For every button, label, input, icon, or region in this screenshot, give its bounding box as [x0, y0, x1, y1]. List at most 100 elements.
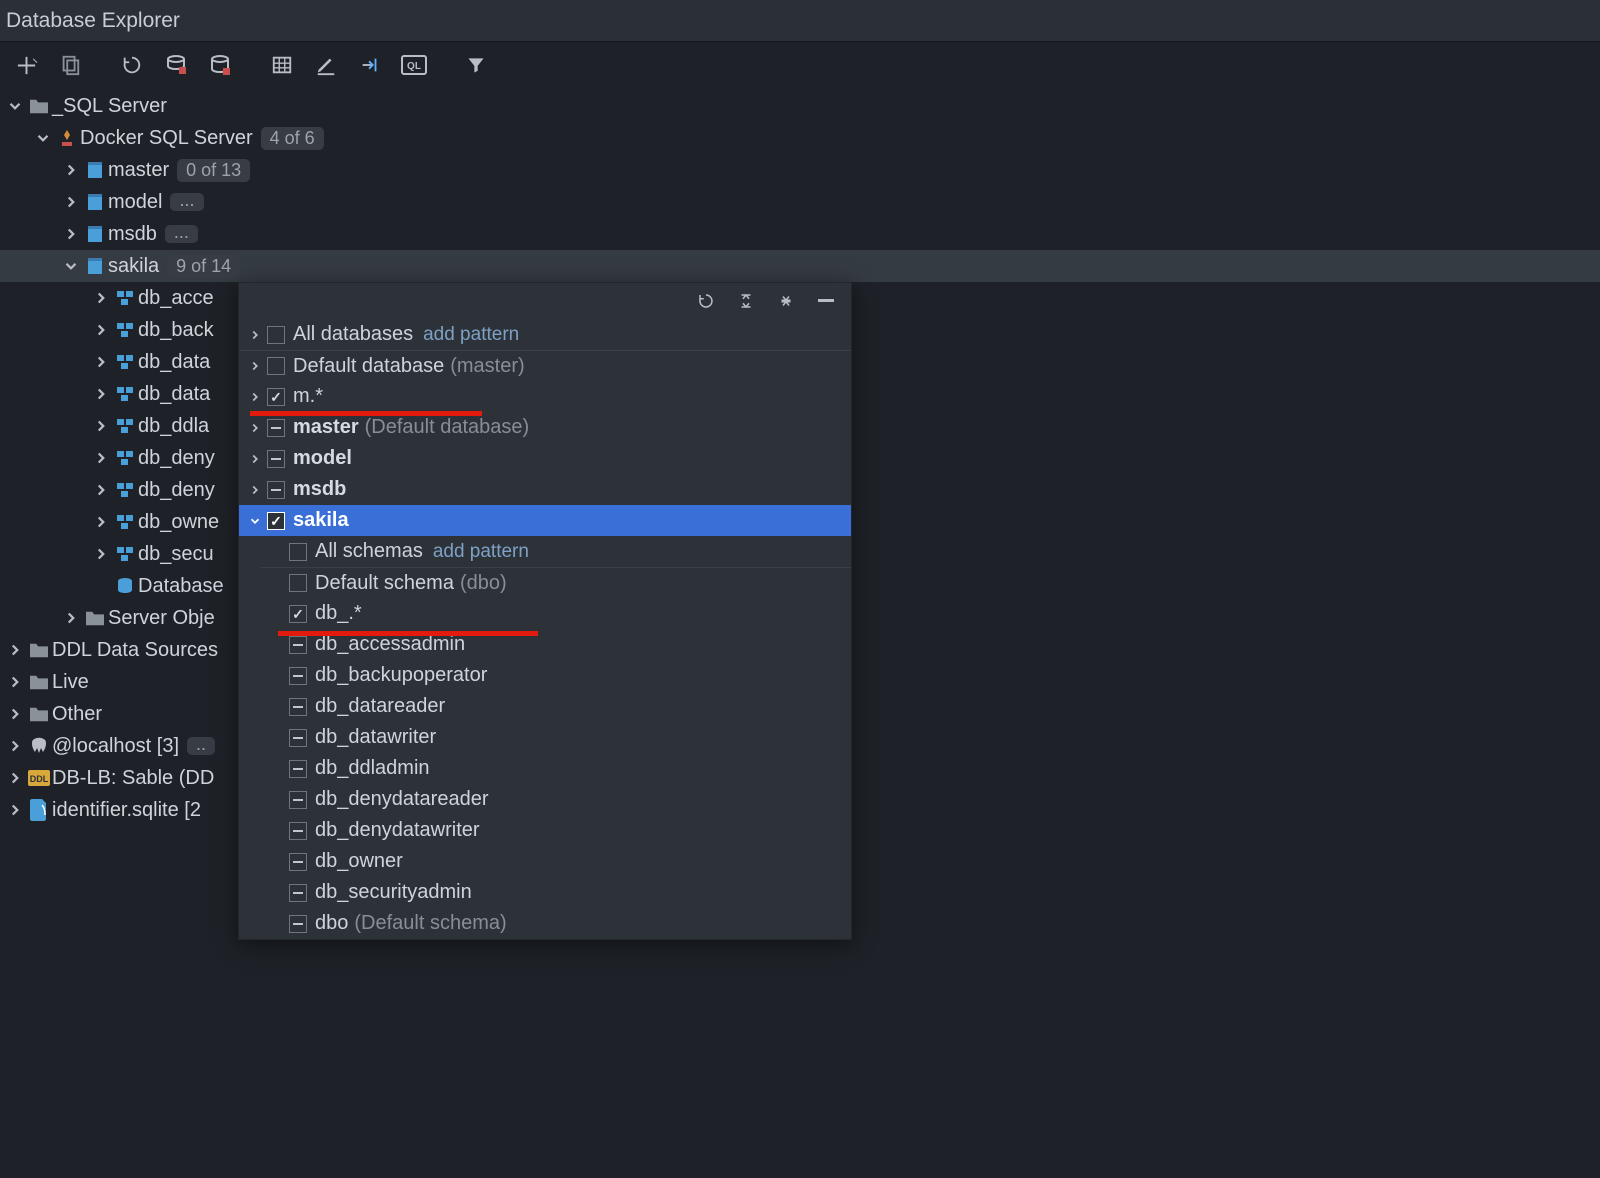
tree-label: db_ddla — [138, 415, 209, 438]
popup-label: sakila — [293, 509, 349, 532]
checkbox-icon[interactable] — [289, 636, 307, 654]
checkbox-icon[interactable] — [267, 419, 285, 437]
checkbox-icon[interactable] — [267, 388, 285, 406]
checkbox-icon[interactable] — [289, 605, 307, 623]
popup-all-schemas[interactable]: All schemas add pattern — [261, 536, 851, 567]
popup-pattern-db[interactable]: db_.* — [261, 598, 851, 629]
popup-label: db_ddladmin — [315, 757, 430, 780]
query-console-button[interactable]: QL — [394, 45, 434, 85]
tree-node-sakila[interactable]: sakila 9 of 14 — [0, 250, 1600, 282]
schema-icon — [112, 513, 138, 531]
popup-schema[interactable]: db_datawriter — [261, 722, 851, 753]
deactivate-button[interactable] — [200, 45, 240, 85]
popup-schema[interactable]: db_securityadmin — [261, 877, 851, 908]
tree-label: msdb — [108, 223, 157, 246]
checkbox-icon[interactable] — [289, 729, 307, 747]
popup-schema-dbo[interactable]: dbo (Default schema) — [261, 908, 851, 939]
popup-label: master — [293, 416, 359, 439]
checkbox-icon[interactable] — [289, 915, 307, 933]
duplicate-button[interactable] — [50, 45, 90, 85]
popup-schema[interactable]: db_backupoperator — [261, 660, 851, 691]
add-pattern-link[interactable]: add pattern — [423, 324, 519, 346]
tree-node-master[interactable]: master 0 of 13 — [0, 154, 1600, 186]
server-icon — [54, 128, 80, 148]
popup-pattern-m[interactable]: m.* — [239, 381, 851, 412]
popup-db-model[interactable]: model — [239, 443, 851, 474]
popup-label: m.* — [293, 385, 323, 408]
toolbar: QL — [0, 42, 1600, 88]
checkbox-icon[interactable] — [289, 760, 307, 778]
tree-node-model[interactable]: model ... — [0, 186, 1600, 218]
popup-schema[interactable]: db_denydatareader — [261, 784, 851, 815]
stop-button[interactable] — [156, 45, 196, 85]
checkbox-icon[interactable] — [289, 574, 307, 592]
tree-label: identifier.sqlite [2 — [52, 799, 201, 822]
tree-node-msdb[interactable]: msdb ... — [0, 218, 1600, 250]
tree-label: @localhost [3] — [52, 735, 179, 758]
tree-node-docker[interactable]: Docker SQL Server 4 of 6 — [0, 122, 1600, 154]
tree-label: _SQL Server — [52, 95, 167, 118]
popup-db-master[interactable]: master (Default database) — [239, 412, 851, 443]
popup-schema[interactable]: db_datareader — [261, 691, 851, 722]
tree-label: Database — [138, 575, 224, 598]
checkbox-icon[interactable] — [289, 822, 307, 840]
popup-db-msdb[interactable]: msdb — [239, 474, 851, 505]
tree-label: Live — [52, 671, 89, 694]
expand-all-button[interactable] — [729, 286, 763, 316]
refresh-button[interactable] — [112, 45, 152, 85]
tree-label: master — [108, 159, 169, 182]
schema-icon — [112, 385, 138, 403]
popup-default-database[interactable]: Default database (master) — [239, 350, 851, 381]
minimize-button[interactable] — [809, 286, 843, 316]
popup-hint: (Default schema) — [354, 912, 506, 935]
tree-label: model — [108, 191, 162, 214]
table-view-button[interactable] — [262, 45, 302, 85]
folder-icon — [26, 673, 52, 691]
tree-node-sql-server-group[interactable]: _SQL Server — [0, 90, 1600, 122]
schema-icon — [112, 449, 138, 467]
popup-schema[interactable]: db_owner — [261, 846, 851, 877]
count-badge: 9 of 14 — [167, 255, 240, 278]
popup-label: db_.* — [315, 602, 362, 625]
refresh-button[interactable] — [689, 286, 723, 316]
checkbox-icon[interactable] — [267, 481, 285, 499]
popup-db-sakila[interactable]: sakila — [239, 505, 851, 536]
schema-icon — [112, 417, 138, 435]
navigate-button[interactable] — [350, 45, 390, 85]
collapse-all-button[interactable] — [769, 286, 803, 316]
popup-label: Default database — [293, 355, 444, 378]
checkbox-icon[interactable] — [267, 512, 285, 530]
tree-label: db_secu — [138, 543, 214, 566]
sqlite-icon — [26, 799, 52, 821]
database-icon — [82, 224, 108, 244]
popup-label: All databases — [293, 323, 413, 346]
checkbox-icon[interactable] — [289, 884, 307, 902]
checkbox-icon[interactable] — [289, 791, 307, 809]
popup-label: db_accessadmin — [315, 633, 465, 656]
checkbox-icon[interactable] — [289, 698, 307, 716]
tree-label: db_acce — [138, 287, 214, 310]
checkbox-icon[interactable] — [267, 326, 285, 344]
checkbox-icon[interactable] — [267, 357, 285, 375]
checkbox-icon[interactable] — [289, 543, 307, 561]
add-pattern-link[interactable]: add pattern — [433, 541, 529, 563]
popup-label: All schemas — [315, 540, 423, 563]
folder-icon — [82, 609, 108, 627]
popup-schema[interactable]: db_ddladmin — [261, 753, 851, 784]
tree-label: db_data — [138, 351, 210, 374]
filter-button[interactable] — [456, 45, 496, 85]
checkbox-icon[interactable] — [289, 667, 307, 685]
popup-schema[interactable]: db_denydatawriter — [261, 815, 851, 846]
count-badge: ... — [165, 225, 198, 243]
tree-label: db_back — [138, 319, 214, 342]
tree-label: db_data — [138, 383, 210, 406]
folder-icon — [26, 641, 52, 659]
checkbox-icon[interactable] — [267, 450, 285, 468]
popup-default-schema[interactable]: Default schema (dbo) — [261, 567, 851, 598]
new-datasource-button[interactable] — [6, 45, 46, 85]
checkbox-icon[interactable] — [289, 853, 307, 871]
database-scripts-icon — [112, 576, 138, 596]
edit-button[interactable] — [306, 45, 346, 85]
popup-label: dbo — [315, 912, 348, 935]
popup-all-databases[interactable]: All databases add pattern — [239, 319, 851, 350]
